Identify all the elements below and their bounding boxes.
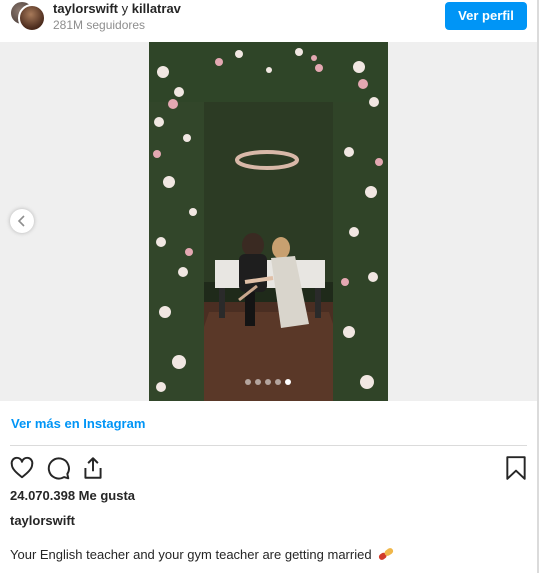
pill-emoji-icon xyxy=(377,547,395,564)
post-authors: taylorswift y killatrav xyxy=(53,1,181,17)
share-button[interactable] xyxy=(80,455,106,481)
save-button[interactable] xyxy=(503,455,529,481)
carousel-dot xyxy=(275,379,281,385)
chevron-left-icon xyxy=(17,215,25,227)
divider xyxy=(10,445,527,446)
bookmark-icon xyxy=(506,456,526,480)
post-header: taylorswift y killatrav 281M seguidores … xyxy=(0,0,537,42)
comment-icon xyxy=(47,457,70,480)
post-owner-link[interactable]: taylorswift xyxy=(10,513,75,528)
view-profile-button[interactable]: Ver perfil xyxy=(445,2,527,30)
post-caption: Your English teacher and your gym teache… xyxy=(10,547,395,564)
follower-count: 281M seguidores xyxy=(53,18,146,32)
carousel-dot xyxy=(245,379,251,385)
like-count: 24.070.398 Me gusta xyxy=(10,488,136,503)
post-photo[interactable] xyxy=(149,42,388,401)
caption-text: Your English teacher and your gym teache… xyxy=(10,547,372,562)
carousel-dot xyxy=(265,379,271,385)
author-link-2[interactable]: killatrav xyxy=(132,1,181,16)
carousel-indicator xyxy=(245,379,295,387)
carousel-prev-button[interactable] xyxy=(10,209,34,233)
carousel-dot xyxy=(255,379,261,385)
view-more-on-instagram-link[interactable]: Ver más en Instagram xyxy=(11,416,145,431)
author-link-1[interactable]: taylorswift xyxy=(53,1,118,16)
collab-avatars[interactable] xyxy=(9,0,46,32)
like-button[interactable] xyxy=(9,455,35,481)
avatar-killatrav[interactable] xyxy=(18,4,46,32)
author-conjunction: y xyxy=(121,1,129,16)
heart-icon xyxy=(10,456,34,479)
share-icon xyxy=(84,457,102,479)
comment-button[interactable] xyxy=(45,455,71,481)
carousel-dot-active xyxy=(285,379,291,385)
